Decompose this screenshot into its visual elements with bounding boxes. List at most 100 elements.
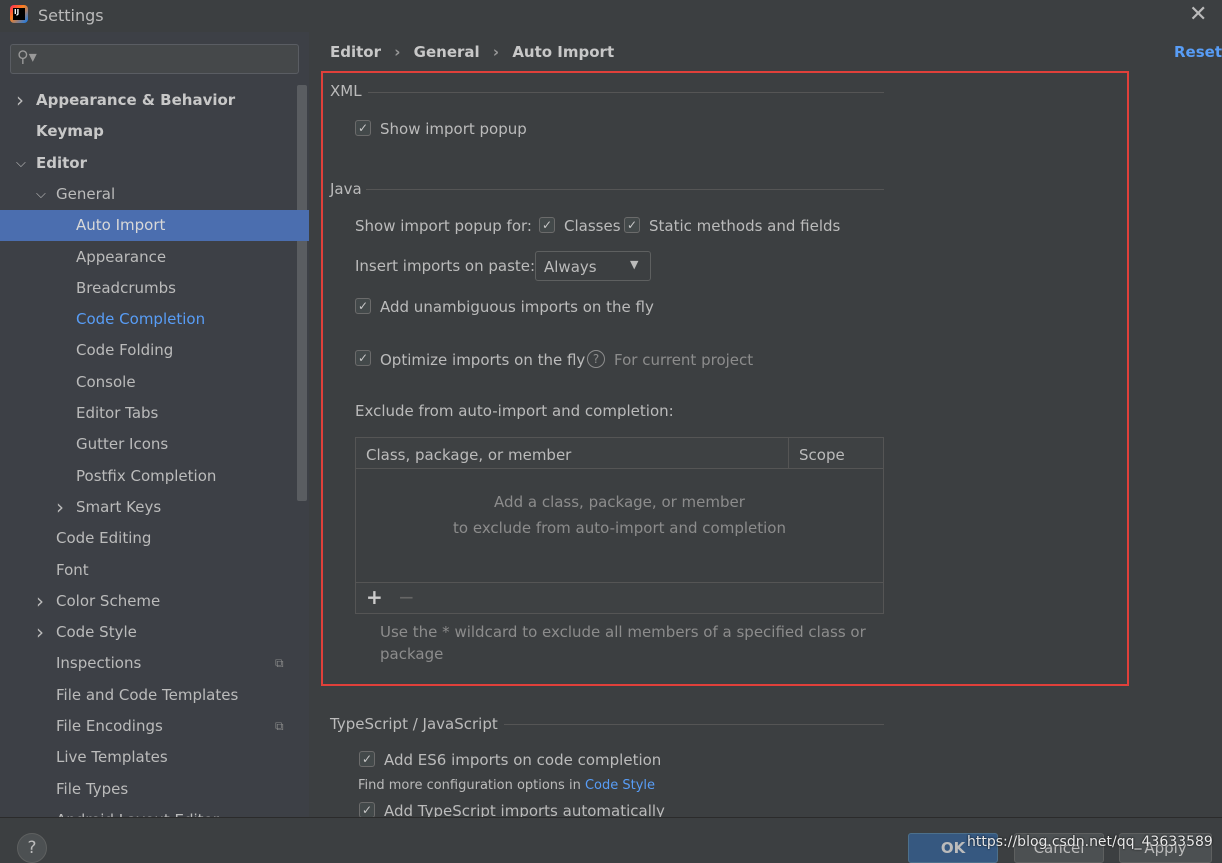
more-options-label: Find more configuration options in	[358, 778, 581, 793]
sidebar-item-keymap[interactable]: Keymap	[0, 116, 309, 147]
watermark: https://blog.csdn.net/qq_43633589	[967, 834, 1213, 850]
code-style-link[interactable]: Code Style	[585, 778, 655, 793]
optimize-label[interactable]: Optimize imports on the fly	[380, 351, 585, 369]
sidebar-item-editor[interactable]: ⌵ Editor	[0, 148, 309, 179]
sidebar-item-postfix-completion[interactable]: Postfix Completion	[0, 461, 309, 492]
sidebar-item-label: Code Folding	[76, 341, 174, 360]
sidebar-item-gutter-icons[interactable]: Gutter Icons	[0, 429, 309, 460]
settings-sidebar: ⚲▾ › Appearance & Behavior Keymap ⌵ Editor ⌵ G…	[0, 32, 309, 817]
sidebar-item-inspections[interactable]: Inspections ⧉	[0, 648, 309, 679]
chevron-down-icon[interactable]: ⌵	[16, 148, 26, 179]
sidebar-item-live-templates[interactable]: Live Templates	[0, 742, 309, 773]
ts-auto-checkbox[interactable]: ✓	[359, 802, 375, 818]
search-input[interactable]: ⚲▾	[10, 44, 299, 74]
close-icon[interactable]: ✕	[1189, 2, 1207, 27]
sidebar-item-label: Appearance	[76, 247, 167, 266]
sidebar-item-label: Editor	[36, 153, 87, 172]
xml-show-popup-label[interactable]: Show import popup	[380, 120, 527, 138]
wildcard-hint-2: package	[380, 645, 444, 663]
section-java-title: Java	[330, 180, 362, 198]
sidebar-item-label: Breadcrumbs	[76, 278, 176, 297]
sidebar-item-label: Code Completion	[76, 310, 206, 329]
chevron-right-icon[interactable]: ›	[56, 492, 64, 523]
sidebar-item-breadcrumbs[interactable]: Breadcrumbs	[0, 273, 309, 304]
sidebar-item-label: General	[56, 184, 116, 203]
sidebar-item-auto-import[interactable]: Auto Import	[0, 210, 309, 242]
classes-checkbox[interactable]: ✓	[539, 217, 555, 233]
sidebar-item-color-scheme[interactable]: › Color Scheme	[0, 586, 309, 617]
sidebar-item-label: Font	[56, 560, 89, 579]
sidebar-item-console[interactable]: Console	[0, 367, 309, 398]
section-xml-title: XML	[330, 82, 362, 100]
window-title: Settings	[38, 6, 104, 25]
sidebar-item-label: Code Style	[56, 623, 137, 642]
static-methods-label[interactable]: Static methods and fields	[649, 217, 840, 235]
sidebar-item-code-completion[interactable]: Code Completion	[0, 304, 309, 335]
help-icon[interactable]: ?	[587, 350, 605, 368]
chevron-right-icon[interactable]: ›	[16, 85, 24, 116]
insert-imports-dropdown[interactable]: Always ▼	[535, 251, 651, 281]
project-scope-icon: ⧉	[275, 656, 284, 671]
es6-checkbox[interactable]: ✓	[359, 751, 375, 767]
unambiguous-checkbox[interactable]: ✓	[355, 298, 371, 314]
dialog-footer: ? OK Cancel Apply https://blog.csdn.net/…	[0, 817, 1222, 863]
sidebar-item-label: Android Layout Editor	[56, 805, 219, 817]
breadcrumb: Editor › General › Auto Import	[330, 43, 615, 61]
sidebar-item-editor-tabs[interactable]: Editor Tabs	[0, 398, 309, 429]
empty-text-2: to exclude from auto-import and completi…	[453, 519, 786, 537]
popup-for-label: Show import popup for:	[355, 217, 532, 235]
sidebar-item-font[interactable]: Font	[0, 555, 309, 586]
column-scope[interactable]: Scope	[799, 446, 845, 464]
section-ts-title: TypeScript / JavaScript	[330, 715, 498, 733]
sidebar-item-label: File Encodings	[56, 717, 163, 735]
sidebar-item-label: Console	[76, 372, 136, 391]
remove-icon[interactable]: −	[398, 585, 415, 609]
help-button[interactable]: ?	[17, 833, 47, 863]
sidebar-item-file-encodings[interactable]: File Encodings ⧉	[0, 711, 309, 742]
sidebar-item-appearance[interactable]: Appearance	[0, 242, 309, 273]
sidebar-item-label: Appearance & Behavior	[36, 91, 236, 109]
sidebar-item-label: Auto Import	[76, 216, 166, 235]
reset-link[interactable]: Reset	[1174, 43, 1222, 61]
search-icon: ⚲▾	[17, 47, 37, 66]
insert-imports-value: Always	[544, 258, 597, 276]
add-icon[interactable]: +	[366, 585, 383, 609]
for-current-project-label: For current project	[614, 351, 754, 369]
insert-imports-label: Insert imports on paste:	[355, 257, 536, 275]
sidebar-item-label: Keymap	[36, 122, 104, 141]
unambiguous-label[interactable]: Add unambiguous imports on the fly	[380, 298, 654, 316]
sidebar-item-smart-keys[interactable]: › Smart Keys	[0, 492, 309, 523]
static-methods-checkbox[interactable]: ✓	[624, 217, 640, 233]
exclude-table: Class, package, or member Scope Add a cl…	[355, 437, 884, 614]
sidebar-item-label: Gutter Icons	[76, 435, 169, 454]
sidebar-item-label: Inspections	[56, 654, 142, 673]
sidebar-item-label: File and Code Templates	[56, 685, 239, 704]
breadcrumb-auto-import: Auto Import	[512, 43, 615, 61]
breadcrumb-general[interactable]: General	[414, 43, 480, 61]
optimize-checkbox[interactable]: ✓	[355, 350, 371, 366]
xml-show-popup-checkbox[interactable]: ✓	[355, 120, 371, 136]
sidebar-item-code-editing[interactable]: Code Editing	[0, 523, 309, 554]
sidebar-item-code-style[interactable]: › Code Style	[0, 617, 309, 648]
sidebar-item-android-layout-editor[interactable]: Android Layout Editor	[0, 805, 309, 817]
column-member[interactable]: Class, package, or member	[366, 446, 571, 464]
empty-text-1: Add a class, package, or member	[494, 493, 745, 511]
more-options-text: Find more configuration options in Code …	[358, 778, 655, 793]
title-bar: IJ Settings ✕	[0, 0, 1222, 32]
sidebar-item-file-and-code-templates[interactable]: File and Code Templates	[0, 680, 309, 711]
project-scope-icon: ⧉	[275, 719, 284, 733]
sidebar-item-label: Smart Keys	[76, 497, 162, 516]
table-header: Class, package, or member Scope	[356, 438, 883, 469]
sidebar-item-label: Color Scheme	[56, 591, 161, 610]
classes-label[interactable]: Classes	[564, 217, 621, 235]
chevron-down-icon[interactable]: ⌵	[36, 179, 46, 210]
sidebar-item-appearance-behavior[interactable]: › Appearance & Behavior	[0, 85, 309, 116]
sidebar-item-file-types[interactable]: File Types	[0, 774, 309, 805]
chevron-right-icon[interactable]: ›	[36, 617, 44, 648]
es6-label[interactable]: Add ES6 imports on code completion	[384, 751, 661, 769]
chevron-right-icon[interactable]: ›	[36, 586, 44, 617]
breadcrumb-editor[interactable]: Editor	[330, 43, 381, 61]
sidebar-item-code-folding[interactable]: Code Folding	[0, 335, 309, 366]
sidebar-item-label: Postfix Completion	[76, 466, 217, 485]
sidebar-item-general[interactable]: ⌵ General	[0, 179, 309, 210]
